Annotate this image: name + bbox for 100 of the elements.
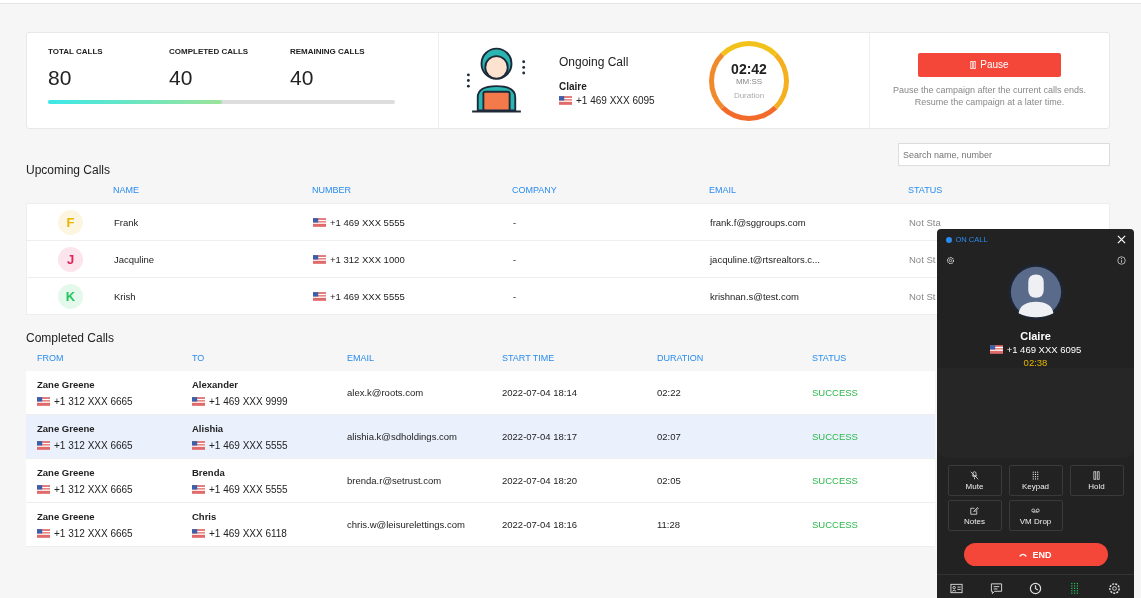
column-header: COMPANY [512,185,558,195]
table-cell-text: brenda.r@setrust.com [347,475,443,486]
info-icon[interactable] [1116,256,1126,265]
stat-label: TOTAL CALLS [48,47,104,56]
end-call-button[interactable]: END [963,543,1108,566]
table-cell: +1 312 XXX 1000 [330,253,405,265]
flag-icon [37,484,50,494]
callee-name: Brenda [192,466,226,478]
phone-number: +1 469 XXX 6095 [1006,344,1082,355]
table-cell-text: - [513,216,518,228]
pause-button[interactable]: Pause [918,52,1061,77]
table-cell: +1 469 XXX 5555 [330,290,405,302]
avatar-initial: F [66,214,75,230]
table-cell-text: 2022-07-04 18:17 [502,431,578,442]
phone-number: +1 469 XXX 9999 [209,395,288,407]
phone-number: +1 312 XXX 6665 [54,483,133,495]
pause-note: Pause the campaign after the current calls ends. Resume the campaign at a later time. [891,84,1088,109]
mute-icon [970,470,979,480]
stat-value: 40 [290,66,315,90]
close-icon[interactable] [1116,235,1126,244]
table-cell-text: Jacquline [114,253,156,265]
caller-name: Zane Greene [37,466,96,478]
flag-icon [313,217,326,227]
history-icon[interactable] [1028,582,1042,595]
caller-name: Zane Greene [37,422,96,434]
column-header: STATUS [812,353,848,363]
column-header: TO [192,353,206,363]
status-text: SUCCESS [812,387,859,398]
flag-icon [37,528,50,538]
phone-number: +1 469 XXX 6118 [209,527,287,539]
avatar-initial: K [65,288,76,304]
table-cell-text: krishnan.s@test.com [710,290,800,302]
status-text: SUCCESS [812,475,859,486]
notes-button[interactable]: Notes [947,500,1002,531]
stat-value: 40 [169,66,194,90]
caller-name: Zane Greene [37,378,96,390]
flag-icon [192,396,205,406]
table-cell: Not St [909,290,936,302]
table-cell-text: jacquline.t@rtsrealtors.c... [710,253,821,265]
table-cell-text: alishia.k@sdholdings.com [347,431,458,442]
contacts-icon[interactable] [950,582,964,595]
phone-number: +1 469 XXX 5555 [209,439,288,451]
column-header: FROM [37,353,65,363]
column-header: START TIME [502,353,556,363]
settings-icon[interactable] [945,256,955,265]
table-cell-text: Krish [114,290,137,302]
flag-icon [559,96,572,105]
hold-button[interactable]: Hold [1069,465,1124,496]
flag-icon [37,396,50,406]
avatar-initial: J [66,251,75,267]
column-header: EMAIL [709,185,737,195]
table-cell-text: alex.k@roots.com [347,387,425,398]
phone-number: +1 312 XXX 6665 [54,439,133,451]
flag-icon [192,528,205,538]
flag-icon [313,254,326,264]
status-text: SUCCESS [812,431,859,442]
table-cell: Not Sta [909,216,941,228]
phone-number: +1 469 XXX 6095 [576,95,655,106]
column-header: STATUS [908,185,943,195]
mute-button[interactable]: Mute [947,465,1002,496]
table-cell-text: 11:28 [657,519,682,530]
search-field[interactable]: Search name, number [898,143,1110,166]
pause-icon [970,60,977,69]
column-header: EMAIL [347,353,375,363]
caller-name: Claire [559,81,588,92]
status-text: SUCCESS [812,519,859,530]
flag-icon [313,291,326,301]
table-cell-text: 2022-07-04 18:20 [502,475,578,486]
column-header: NUMBER [312,185,352,195]
stat-label: COMPLETED CALLS [169,47,250,56]
column-header: DURATION [657,353,705,363]
table-cell-text: 02:22 [657,387,682,398]
callee-name: Alexander [192,378,239,390]
flag-icon [192,440,205,450]
keypad-icon [1031,470,1040,480]
column-header: NAME [113,185,140,195]
phone-number: +1 469 XXX 5555 [209,483,288,495]
table-cell-text: 02:07 [657,431,682,442]
phone-number: +1 312 XXX 6665 [54,527,133,539]
table-cell: Not St [909,253,936,265]
vmdrop-button[interactable]: VM Drop [1008,500,1063,531]
caller-name: Claire [1020,330,1051,342]
settings-icon[interactable] [1107,582,1121,595]
section-title: Upcoming Calls [26,163,111,177]
timer-caption: Duration [733,91,765,100]
call-timer: 02:38 [1023,357,1048,368]
table-cell: +1 469 XXX 5555 [330,216,405,228]
flag-icon [37,440,50,450]
keypad-button[interactable]: Keypad [1008,465,1063,496]
vmdrop-icon [1031,505,1040,515]
callee-name: Alishia [192,422,225,434]
flag-icon [192,484,205,494]
messages-icon[interactable] [989,582,1003,595]
avatar-icon [1006,263,1065,321]
ongoing-call-title: Ongoing Call [559,55,630,69]
stat-value: 80 [48,66,73,90]
notes-icon [970,505,979,515]
flag-icon [989,345,1003,354]
table-cell-text: Frank [114,216,140,228]
caller-name: Zane Greene [37,510,96,522]
